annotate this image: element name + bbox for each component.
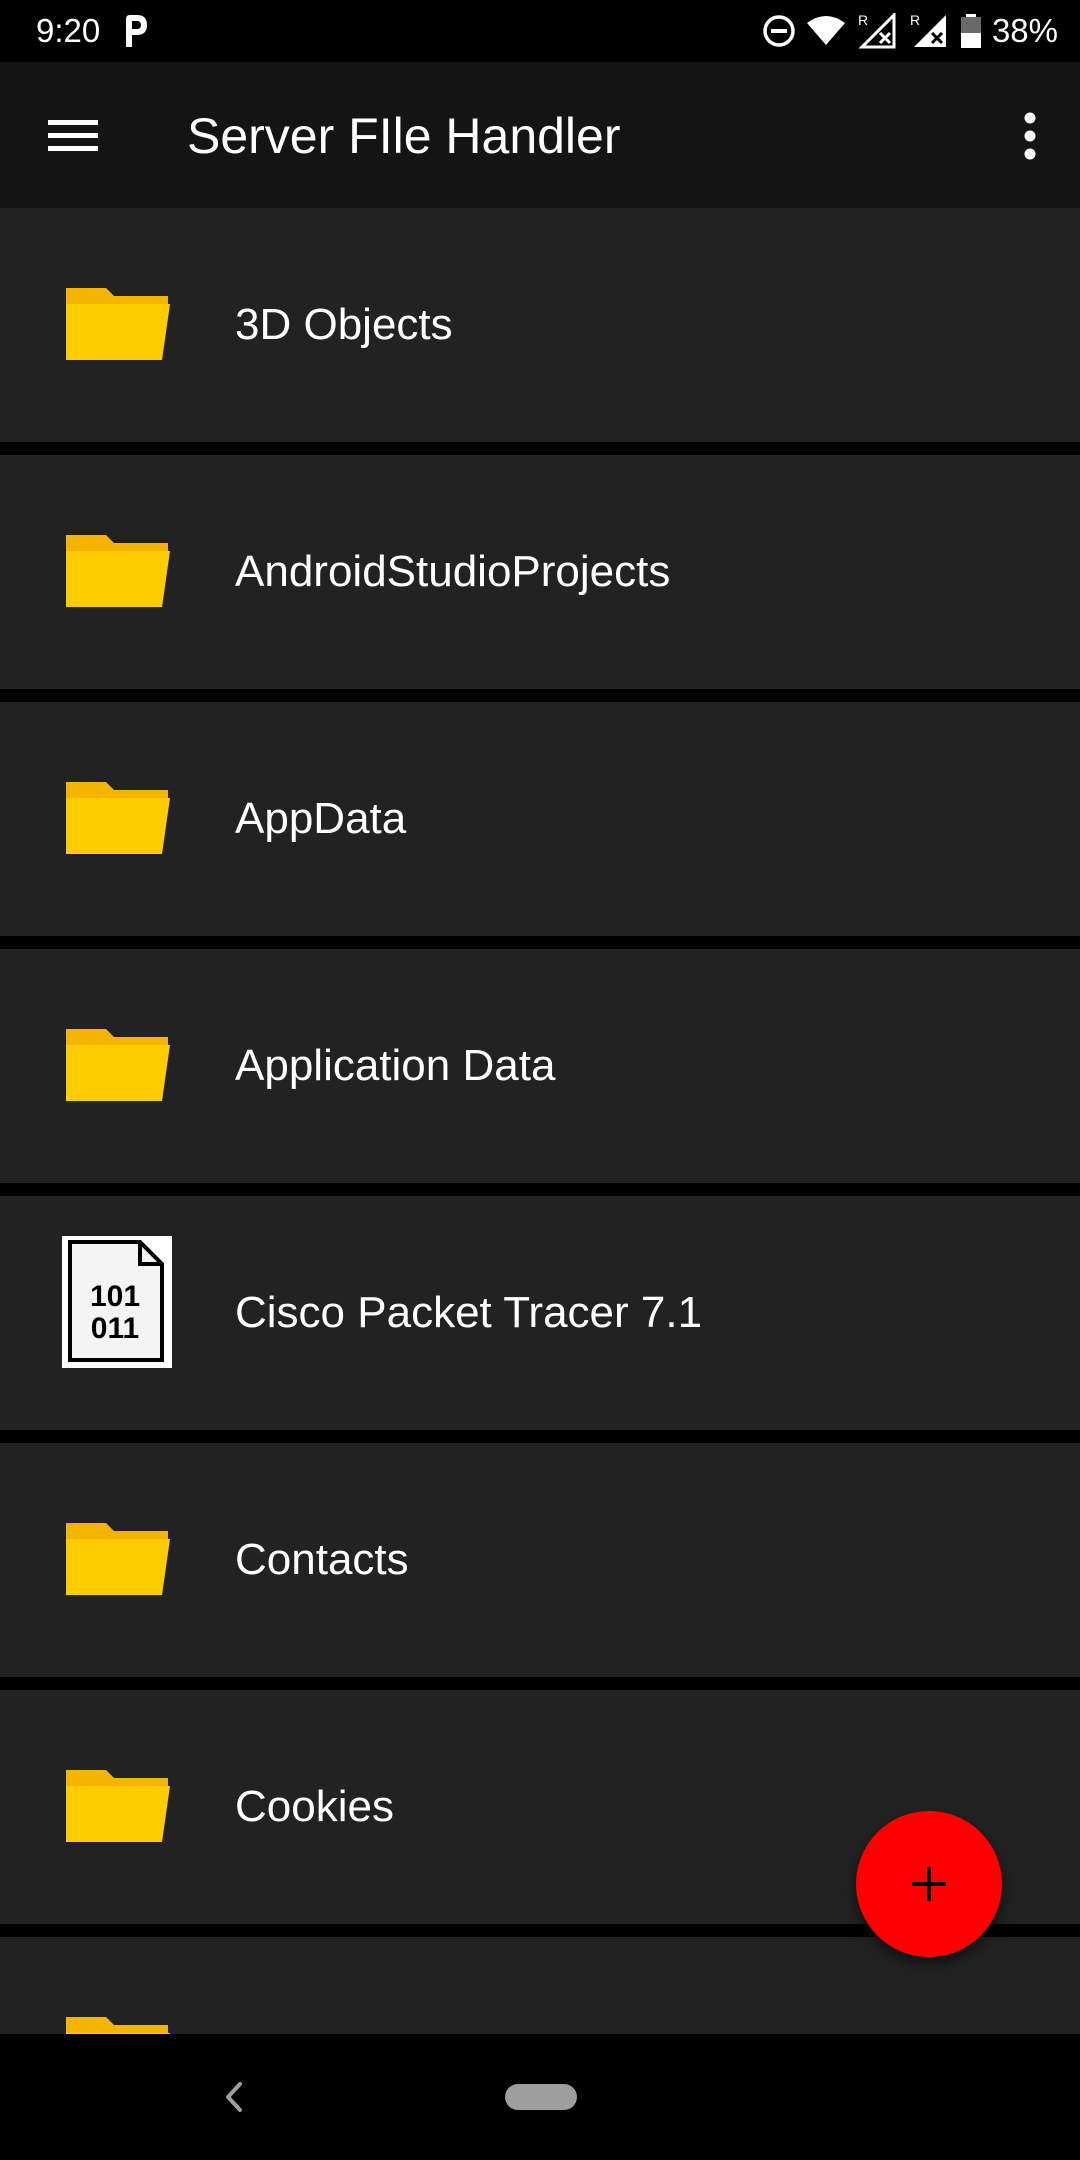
app-bar: Server FIle Handler — [0, 62, 1080, 208]
battery-icon — [960, 14, 981, 48]
home-pill-button[interactable] — [505, 2084, 577, 2110]
add-icon — [912, 1867, 946, 1901]
file-row[interactable]: 3D Objects — [0, 208, 1080, 442]
file-name: Application Data — [235, 1041, 556, 1090]
status-bar: 9:20 R R 38% — [0, 0, 1080, 62]
file-name: Cookies — [235, 1782, 394, 1831]
do-not-disturb-icon — [763, 15, 795, 47]
battery-percent: 38% — [991, 12, 1058, 49]
status-icons: R R 38% — [762, 10, 1058, 52]
folder-icon — [66, 1770, 170, 1842]
parking-app-icon — [126, 15, 147, 47]
file-name: Contacts — [235, 1535, 409, 1584]
hamburger-menu-icon[interactable] — [36, 108, 110, 162]
file-row[interactable]: Application Data — [0, 949, 1080, 1183]
folder-icon — [66, 535, 170, 607]
roaming-label-1: R — [858, 13, 868, 28]
more-vert-icon[interactable] — [1010, 106, 1050, 166]
folder-icon — [66, 2017, 170, 2034]
signal-roaming-icon-1: R — [858, 13, 896, 49]
status-time: 9:20 — [36, 12, 101, 49]
binary-icon-line2: 011 — [91, 1312, 139, 1345]
folder-icon — [66, 782, 170, 854]
roaming-label-2: R — [910, 13, 920, 28]
app-title: Server FIle Handler — [187, 108, 621, 164]
file-name: 3D Objects — [235, 300, 453, 349]
back-icon[interactable] — [218, 2074, 250, 2120]
file-name: AndroidStudioProjects — [235, 547, 671, 596]
add-fab-button[interactable] — [856, 1811, 1002, 1957]
file-name: Cisco Packet Tracer 7.1 — [235, 1288, 703, 1337]
navigation-bar — [0, 2034, 1080, 2160]
file-row[interactable]: 101 011 Cisco Packet Tracer 7.1 — [0, 1196, 1080, 1430]
file-list: 3D Objects AndroidStudioProjects AppData… — [0, 208, 1080, 2034]
binary-file-icon: 101 011 — [62, 1236, 172, 1368]
binary-icon-line1: 101 — [90, 1280, 140, 1313]
signal-roaming-icon-2: R — [910, 13, 946, 47]
folder-icon — [66, 1029, 170, 1101]
file-row[interactable]: AndroidStudioProjects — [0, 455, 1080, 689]
file-row[interactable]: AppData — [0, 702, 1080, 936]
folder-icon — [66, 1523, 170, 1595]
folder-icon — [66, 288, 170, 360]
wifi-icon — [806, 16, 845, 45]
file-name: AppData — [235, 794, 407, 843]
file-row[interactable]: Contacts — [0, 1443, 1080, 1677]
